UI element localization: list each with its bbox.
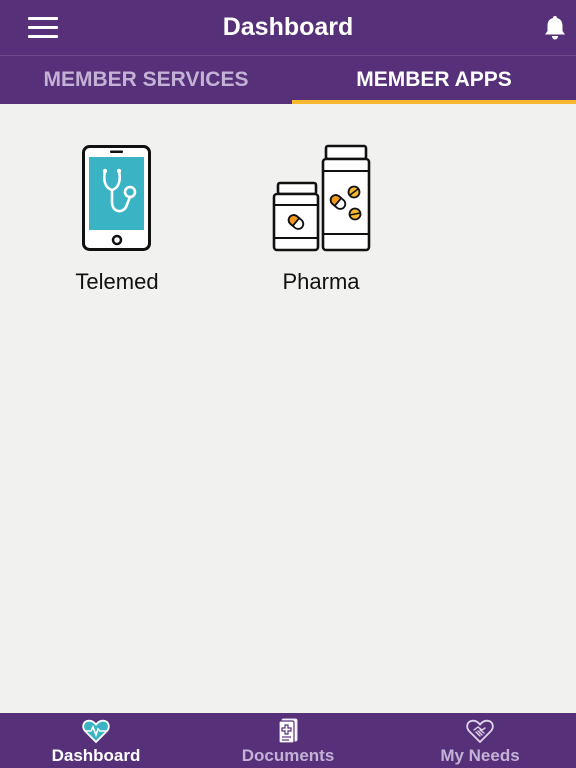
tab-bar: MEMBER SERVICES MEMBER APPS: [0, 56, 576, 104]
tab-member-services[interactable]: MEMBER SERVICES: [0, 56, 292, 104]
nav-my-needs[interactable]: My Needs: [384, 713, 576, 768]
nav-label-dashboard: Dashboard: [51, 746, 141, 765]
bottom-navigation: Dashboard Documents My Needs: [0, 713, 576, 768]
member-apps-grid: Telemed Pharma: [0, 104, 576, 713]
app-tile-telemed[interactable]: Telemed: [42, 144, 192, 304]
nav-dashboard[interactable]: Dashboard: [0, 713, 192, 768]
top-app-bar: Dashboard: [0, 0, 576, 55]
nav-label-my-needs: My Needs: [440, 746, 520, 765]
tab-member-apps[interactable]: MEMBER APPS: [292, 56, 576, 104]
app-label-pharma: Pharma: [282, 269, 360, 294]
app-tile-pharma[interactable]: Pharma: [246, 144, 396, 304]
bell-icon[interactable]: [540, 14, 570, 42]
heart-handshake-icon: [466, 718, 494, 744]
pill-bottles-icon: [246, 144, 396, 254]
nav-documents[interactable]: Documents: [192, 713, 384, 768]
phone-stethoscope-icon: [42, 144, 192, 254]
page-title: Dashboard: [222, 13, 354, 41]
heart-pulse-icon: [82, 718, 110, 744]
medical-document-icon: [274, 718, 302, 744]
nav-label-documents: Documents: [241, 746, 335, 765]
app-label-telemed: Telemed: [75, 269, 159, 294]
